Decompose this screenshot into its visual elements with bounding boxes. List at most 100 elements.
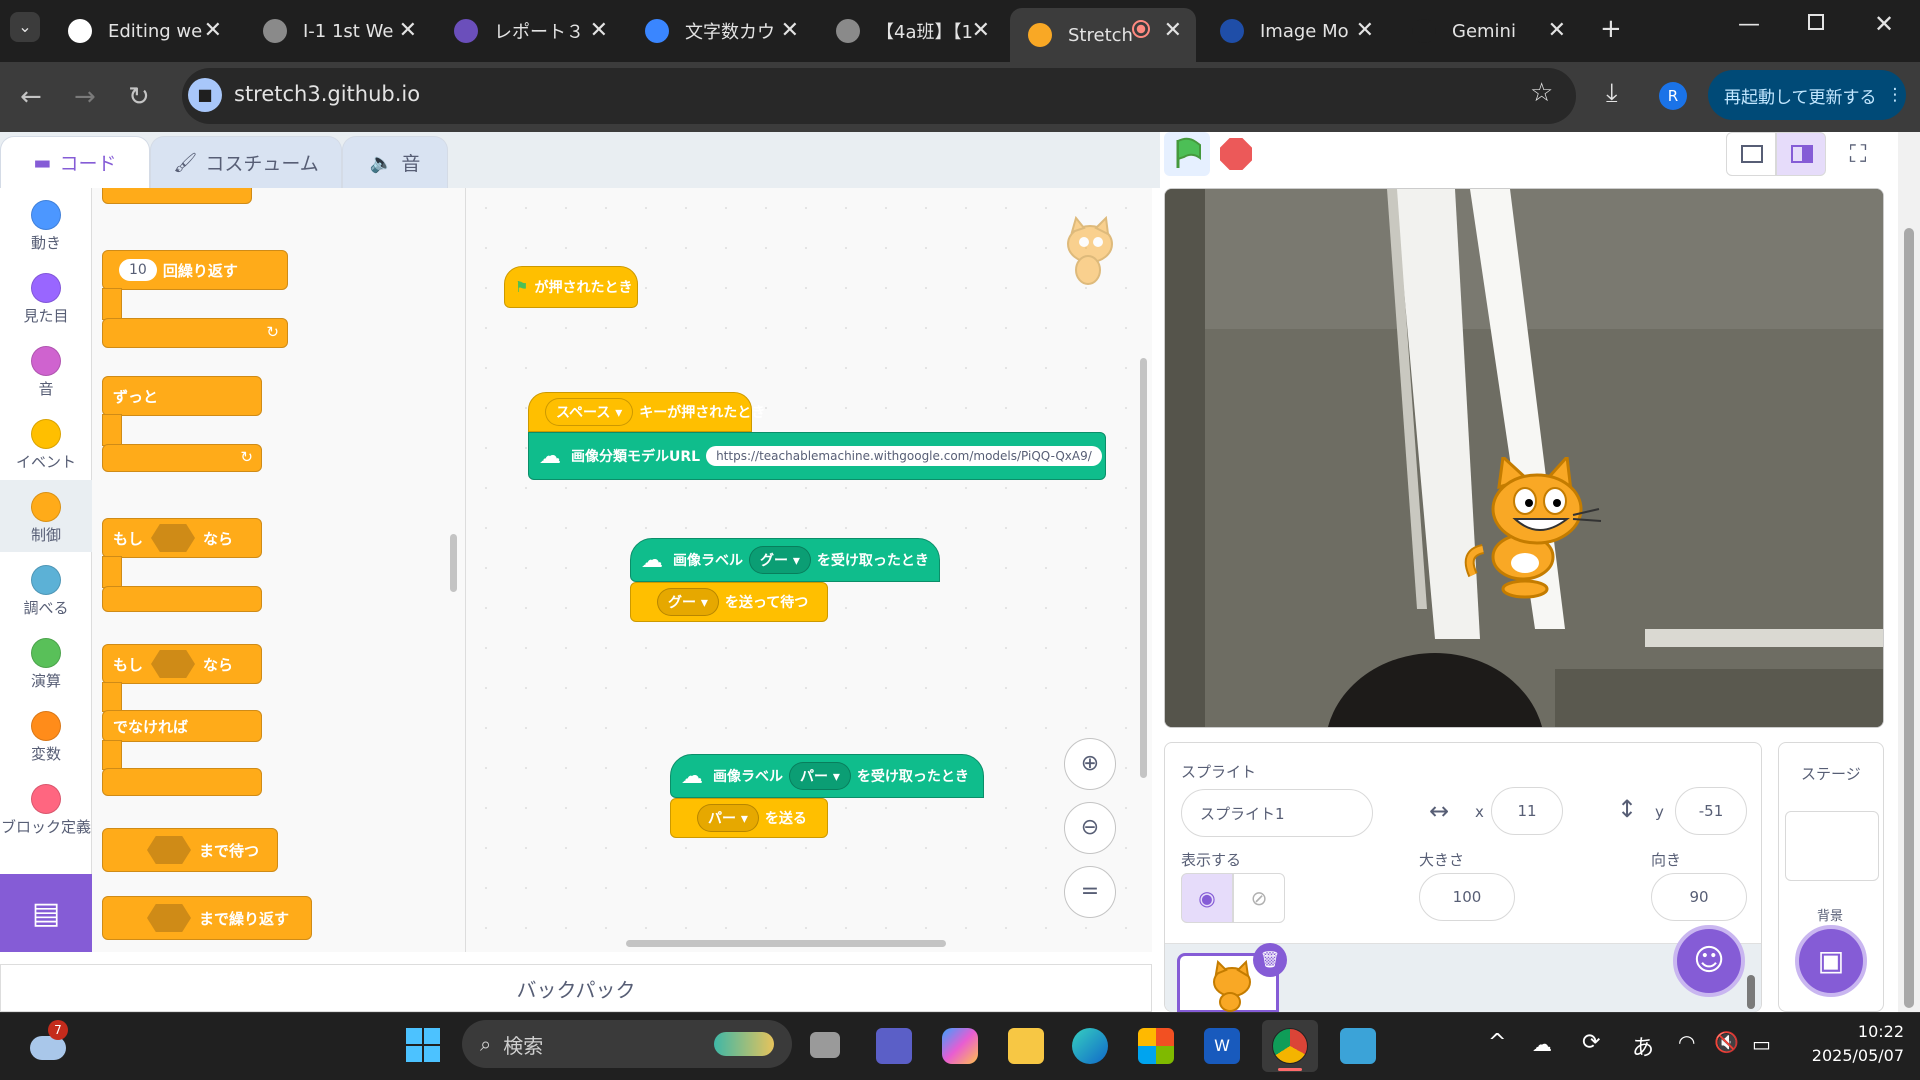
close-tab-icon[interactable]: ✕ (1356, 18, 1374, 43)
delete-sprite-button[interactable]: 🗑 (1253, 943, 1287, 977)
browser-tab[interactable]: Stretch ✕ (1010, 8, 1196, 62)
condition-slot[interactable] (151, 524, 196, 552)
message-dropdown-paa[interactable]: パー ▾ (697, 804, 759, 832)
volume-muted-icon[interactable]: 🔇 (1714, 1030, 1739, 1054)
page-scrollbar-thumb[interactable] (1904, 228, 1914, 1008)
when-flag-clicked-block[interactable]: ⚑ が押されたとき (504, 266, 638, 308)
file-explorer-icon[interactable] (1008, 1028, 1044, 1064)
edge-icon[interactable] (1072, 1028, 1108, 1064)
restore-button[interactable] (1808, 14, 1824, 30)
close-tab-icon[interactable]: ✕ (399, 18, 417, 43)
url-text[interactable]: stretch3.github.io (234, 82, 420, 106)
category-5[interactable]: 制御 (0, 480, 92, 552)
close-tab-icon[interactable]: ✕ (1164, 18, 1182, 43)
palette-wait-until-block[interactable]: まで待つ (102, 828, 278, 872)
close-tab-icon[interactable]: ✕ (204, 18, 222, 43)
close-tab-icon[interactable]: ✕ (590, 18, 608, 43)
camera-in-use-icon[interactable]: ■ (188, 78, 222, 112)
condition-slot[interactable] (147, 904, 191, 932)
bookmark-star-icon[interactable]: ☆ (1530, 78, 1553, 108)
condition-slot[interactable] (147, 836, 191, 864)
key-dropdown[interactable]: スペース ▾ (545, 398, 634, 426)
zoom-in-button[interactable]: ⊕ (1064, 738, 1116, 790)
palette-repeat-block[interactable]: 10 回繰り返す (102, 250, 288, 290)
x-input[interactable]: 11 (1491, 787, 1563, 835)
palette-partial-block[interactable] (102, 188, 252, 204)
broadcast-and-wait-block[interactable]: グー ▾ を送って待つ (630, 582, 828, 622)
palette-scrollbar[interactable] (450, 534, 457, 592)
broadcast-block[interactable]: パー ▾ を送る (670, 798, 828, 838)
word-icon[interactable]: W (1204, 1028, 1240, 1064)
new-tab-button[interactable]: + (1600, 14, 1622, 44)
when-label-goo-received-block[interactable]: ☁ 画像ラベル グー ▾ を受け取ったとき (630, 538, 940, 582)
sprite-name-input[interactable]: スプライト1 (1181, 789, 1373, 837)
store-icon[interactable] (1138, 1028, 1174, 1064)
download-icon[interactable]: ⤓ (1606, 78, 1618, 109)
browser-tab[interactable]: Image Mo ✕ (1202, 8, 1388, 54)
category-9[interactable]: ブロック定義 (0, 772, 92, 844)
condition-slot[interactable] (151, 650, 196, 678)
reload-button[interactable]: ↻ (128, 82, 150, 112)
clock[interactable]: 10:22 2025/05/07 (1796, 1020, 1904, 1068)
browser-tab[interactable]: レポート３ ✕ (436, 8, 622, 54)
browser-tab[interactable]: 【4a班】【1 ✕ (818, 8, 1004, 54)
stage-thumbnail[interactable] (1785, 811, 1879, 881)
green-flag-button[interactable] (1164, 132, 1210, 176)
fullscreen-button[interactable]: ⛶ (1836, 134, 1880, 174)
tab-code[interactable]: ▬ コード (0, 136, 150, 188)
category-7[interactable]: 演算 (0, 626, 92, 698)
show-hidden-icons[interactable]: ^ (1488, 1030, 1506, 1055)
add-sprite-button[interactable]: ☺ (1673, 925, 1745, 997)
category-8[interactable]: 変数 (0, 699, 92, 771)
palette-if-else-block[interactable]: もし なら (102, 644, 262, 684)
palette-if-block[interactable]: もし なら (102, 518, 262, 558)
task-view-icon[interactable] (810, 1032, 840, 1058)
onedrive-icon[interactable]: ☁ (1532, 1032, 1552, 1056)
large-stage-button[interactable] (1776, 132, 1826, 176)
update-button[interactable]: 再起動して更新する ⋮ (1708, 70, 1906, 120)
browser-tab[interactable]: Editing we ✕ (50, 8, 236, 54)
chrome-taskbar-button[interactable] (1262, 1020, 1318, 1072)
message-dropdown-goo[interactable]: グー ▾ (657, 588, 719, 616)
close-tab-icon[interactable]: ✕ (781, 18, 799, 43)
start-button[interactable] (404, 1026, 442, 1064)
weather-widget[interactable]: 7 (28, 1020, 68, 1064)
show-sprite-button[interactable]: ◉ (1181, 873, 1233, 923)
tab-search-button[interactable]: ⌄ (10, 12, 40, 42)
direction-input[interactable]: 90 (1651, 873, 1747, 921)
classifier-model-url-block[interactable]: ☁ 画像分類モデルURL https://teachablemachine.wi… (528, 432, 1106, 480)
script-workspace[interactable]: ⚑ が押されたとき スペース ▾ キーが押されたとき ☁ 画像分類モデルURL … (466, 188, 1152, 952)
forward-button[interactable]: → (74, 82, 96, 112)
wifi-icon[interactable]: ◠ (1678, 1030, 1695, 1054)
workspace-hscrollbar[interactable] (626, 940, 946, 947)
small-stage-button[interactable] (1726, 132, 1776, 176)
size-input[interactable]: 100 (1419, 873, 1515, 921)
browser-tab[interactable]: 文字数カウ ✕ (627, 8, 813, 54)
taskbar-search-box[interactable]: ⌕ 検索 (462, 1020, 792, 1068)
when-label-paa-received-block[interactable]: ☁ 画像ラベル パー ▾ を受け取ったとき (670, 754, 984, 798)
stage-canvas[interactable] (1164, 188, 1884, 728)
label-dropdown-paa[interactable]: パー ▾ (789, 762, 851, 790)
y-input[interactable]: -51 (1675, 787, 1747, 835)
battery-icon[interactable]: ▭ (1752, 1032, 1771, 1056)
model-url-input[interactable]: https://teachablemachine.withgoogle.com/… (706, 446, 1102, 466)
hide-sprite-button[interactable]: ⊘ (1233, 873, 1285, 923)
page-scrollbar[interactable] (1898, 132, 1920, 1012)
close-tab-icon[interactable]: ✕ (972, 18, 990, 43)
palette-repeat-until-block[interactable]: まで繰り返す (102, 896, 312, 940)
add-extension-button[interactable]: ▤ (0, 874, 92, 952)
zoom-out-button[interactable]: ⊖ (1064, 802, 1116, 854)
workspace-vscrollbar[interactable] (1140, 358, 1147, 778)
minimize-button[interactable]: — (1738, 12, 1760, 37)
backpack[interactable]: バックパック (0, 964, 1152, 1012)
sync-icon[interactable]: ⟳ (1582, 1030, 1600, 1055)
notepad-icon[interactable] (1340, 1028, 1376, 1064)
tab-sound[interactable]: 🔈 音 (342, 136, 448, 188)
when-key-pressed-block[interactable]: スペース ▾ キーが押されたとき (528, 392, 765, 432)
scratch-cat-sprite[interactable] (1463, 457, 1605, 613)
ime-indicator[interactable]: あ (1632, 1030, 1654, 1062)
category-6[interactable]: 調べる (0, 553, 92, 625)
browser-tab[interactable]: I-1 1st We ✕ (245, 8, 431, 54)
category-2[interactable]: 見た目 (0, 261, 92, 333)
add-backdrop-button[interactable]: ▣ (1795, 925, 1867, 997)
